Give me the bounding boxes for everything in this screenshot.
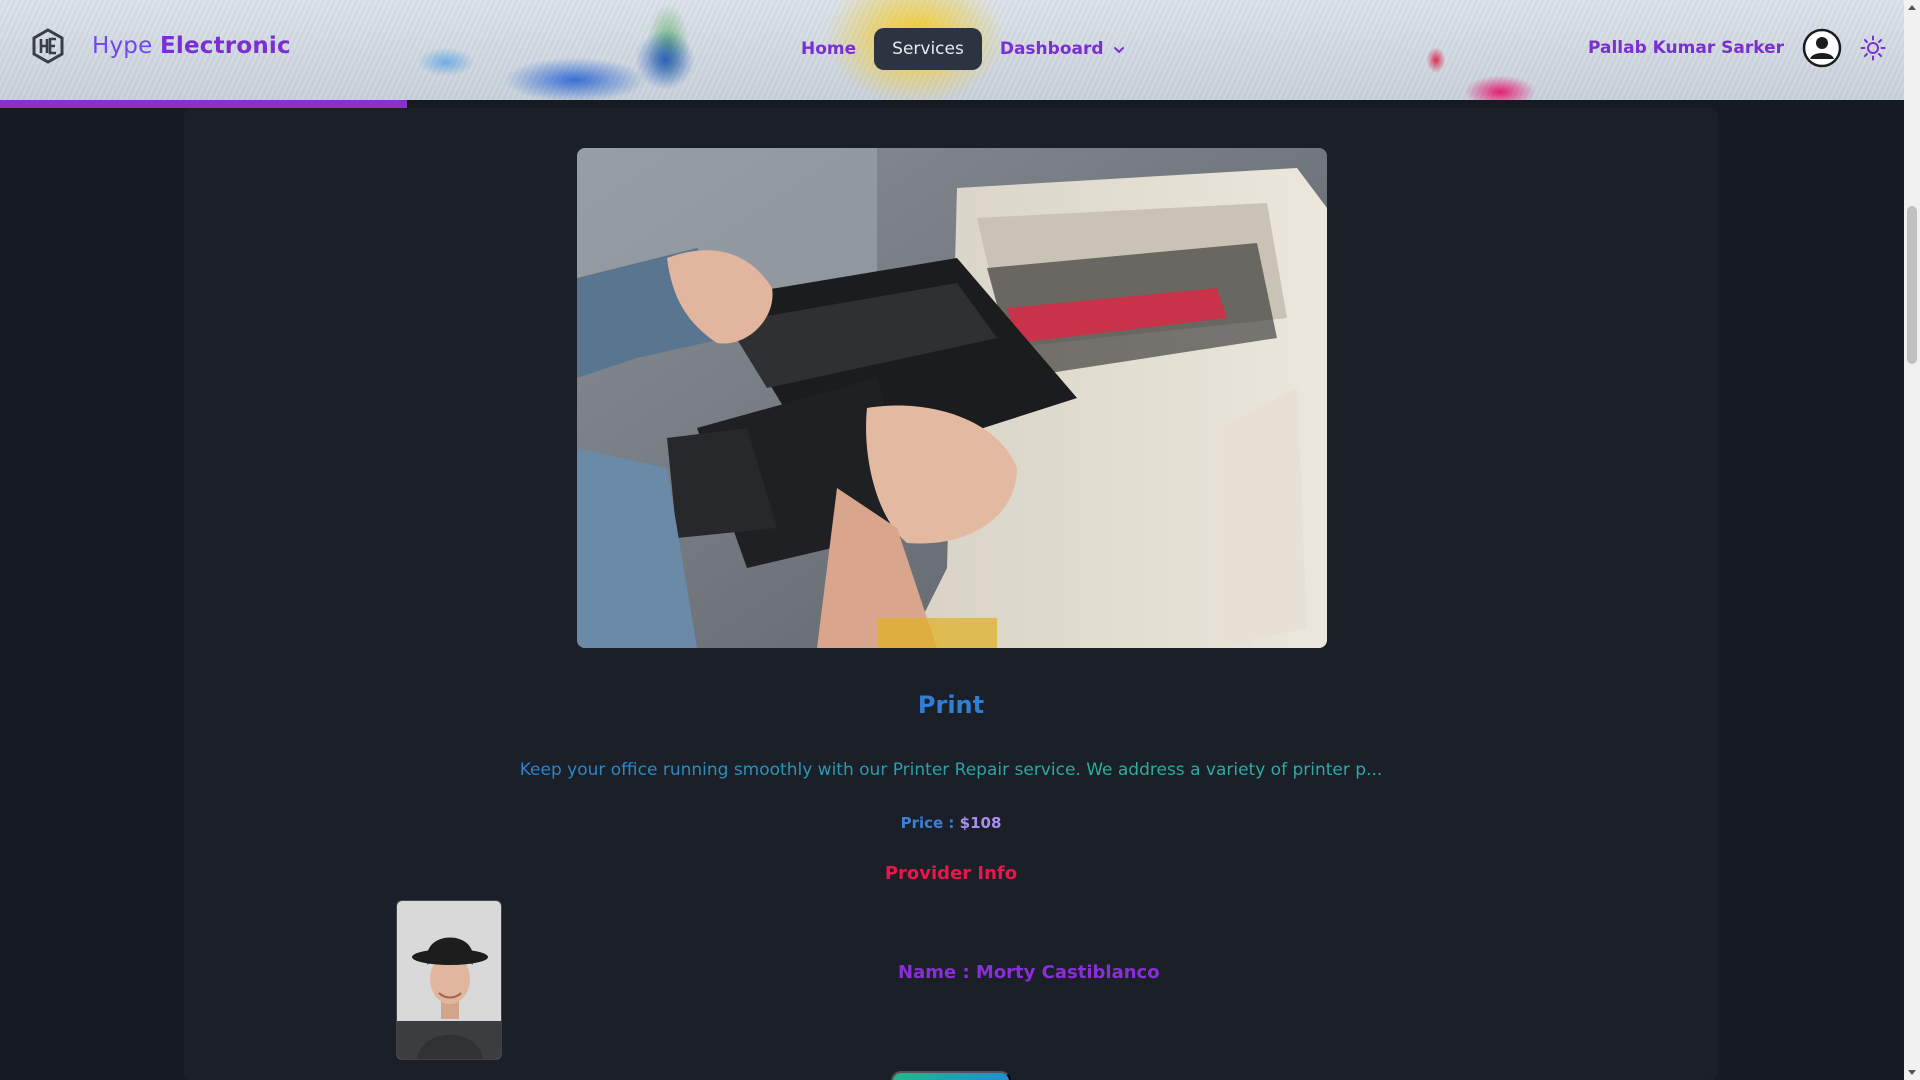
chevron-down-icon xyxy=(1112,42,1126,56)
page-scrollbar[interactable] xyxy=(1904,0,1920,1080)
navbar: Hype Electronic Home Services Dashboard … xyxy=(0,0,1904,100)
nav-services-label: Services xyxy=(892,39,964,59)
scroll-thumb[interactable] xyxy=(1907,206,1917,364)
provider-info-heading: Provider Info xyxy=(884,863,1018,884)
main-nav: Home Services Dashboard xyxy=(783,28,1144,70)
user-area: Pallab Kumar Sarker xyxy=(1588,28,1886,68)
provider-avatar xyxy=(396,900,502,1060)
service-description: Keep your office running smoothly with o… xyxy=(184,760,1718,780)
scroll-up-arrow-icon[interactable] xyxy=(1908,5,1916,10)
service-detail-card: Print Keep your office running smoothly … xyxy=(184,108,1718,1080)
price-label: Price : xyxy=(900,814,955,832)
brand-name: Hype Electronic xyxy=(92,33,291,59)
scroll-progress-bar xyxy=(0,100,407,108)
user-name: Pallab Kumar Sarker xyxy=(1587,38,1784,58)
sun-icon[interactable] xyxy=(1860,35,1886,61)
brand-link[interactable]: Hype Electronic xyxy=(30,28,291,64)
price-value: $108 xyxy=(959,814,1002,832)
brand-word-hype: Hype xyxy=(92,33,153,59)
scroll-down-arrow-icon[interactable] xyxy=(1908,1070,1916,1075)
provider-name: Name : Morty Castiblanco xyxy=(898,962,1160,983)
nav-dashboard-label: Dashboard xyxy=(999,39,1104,59)
service-price: Price : $108 xyxy=(184,814,1718,832)
service-title: Print xyxy=(917,691,985,719)
nav-dashboard-dropdown[interactable]: Dashboard xyxy=(982,28,1144,70)
nav-services-link[interactable]: Services xyxy=(874,28,982,70)
book-now-button[interactable] xyxy=(891,1071,1011,1080)
nav-home-link[interactable]: Home xyxy=(783,28,874,70)
service-image xyxy=(577,148,1327,648)
nav-home-label: Home xyxy=(801,39,857,59)
brand-word-electronic: Electronic xyxy=(159,33,291,59)
hexagon-he-logo-icon xyxy=(30,28,66,64)
user-circle-icon[interactable] xyxy=(1802,28,1842,68)
